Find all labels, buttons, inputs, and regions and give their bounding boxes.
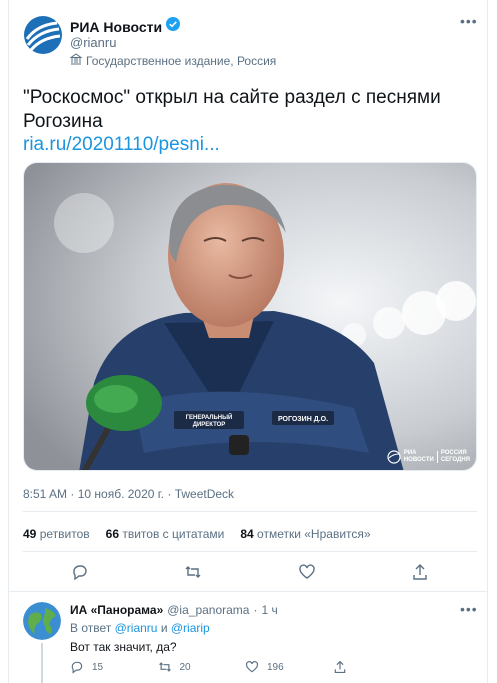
account-label[interactable]: Государственное издание, Россия [69, 53, 277, 68]
reply-author-handle[interactable]: @ia_panorama [167, 603, 249, 617]
ria-logo-icon [387, 450, 401, 464]
author-name-row[interactable]: РИА Новости [70, 17, 181, 36]
heart-icon[interactable] [298, 563, 316, 581]
tweet-stats: 49 ретвитов 66 твитов с цитатами 84 отме… [23, 527, 371, 541]
watermark-line1: РИА [403, 450, 417, 456]
retweet-icon[interactable] [184, 563, 202, 581]
quotes-label: твитов с цитатами [122, 527, 225, 541]
tweet-text: "Роскосмос" открыл на сайте раздел с пес… [23, 87, 441, 132]
share-icon [334, 660, 345, 674]
tweet-source[interactable]: TweetDeck [175, 487, 234, 501]
account-label-text: Государственное издание, Россия [86, 53, 277, 68]
reply-icon[interactable] [71, 563, 89, 581]
mention-riarip[interactable]: @riarip [171, 621, 210, 635]
retweets-count: 49 [23, 527, 37, 541]
photo-name-badge: РОГОЗИН Д.О. [278, 416, 328, 423]
reply-to-line: В ответ @rianru и @riarip [70, 621, 210, 635]
tweet-actions [23, 563, 477, 581]
reply-time[interactable]: 1 ч [261, 603, 277, 617]
heart-icon [245, 661, 259, 673]
photo-watermark: РИА НОВОСТИ РОССИЯ СЕГОДНЯ [387, 450, 470, 464]
tweet-photo[interactable]: ГЕНЕРАЛЬНЫЙ ДИРЕКТОР РОГОЗИН Д.О. РИА НОВ… [23, 162, 477, 471]
retweets-label: ретвитов [39, 527, 90, 541]
more-dots-icon[interactable]: ••• [460, 13, 478, 29]
tweet-meta: 8:51 AM · 10 нояб. 2020 г. · TweetDeck [23, 487, 234, 501]
reply-header: ИА «Панорама» @ia_panorama · 1 ч [70, 603, 278, 617]
reply-share-button[interactable] [333, 660, 421, 674]
reply-text: Вот так значит, да? [70, 640, 177, 654]
thread-line [41, 643, 43, 683]
reply-replies-count: 15 [92, 661, 104, 673]
reply-like-button[interactable]: 196 [245, 660, 333, 674]
reply-avatar[interactable] [23, 602, 61, 640]
quotes-stat[interactable]: 66 твитов с цитатами [106, 527, 225, 541]
photo-badge-line1: ГЕНЕРАЛЬНЫЙ [186, 413, 233, 421]
reply-retweets-count: 20 [179, 661, 191, 673]
tweet-date[interactable]: 10 нояб. 2020 г. [78, 487, 164, 501]
reply-separator: · [253, 603, 258, 617]
author-name[interactable]: РИА Новости [70, 19, 162, 35]
likes-stat[interactable]: 84 отметки «Нравится» [240, 527, 370, 541]
retweet-icon [158, 662, 171, 672]
author-handle[interactable]: @rianru [70, 35, 116, 50]
reply-prefix: В ответ [70, 621, 112, 635]
reply-retweet-button[interactable]: 20 [158, 660, 246, 674]
reply-reply-button[interactable]: 15 [70, 660, 158, 674]
likes-label: отметки «Нравится» [257, 527, 371, 541]
divider [23, 511, 477, 512]
mention-rianru[interactable]: @rianru [115, 621, 158, 635]
divider [23, 551, 477, 552]
tweet-time[interactable]: 8:51 AM [23, 487, 67, 501]
tweet-link[interactable]: ria.ru/20201110/pesni... [23, 134, 220, 156]
verified-badge-icon [166, 17, 181, 36]
meta-separator-1: · [70, 487, 75, 501]
section-divider [9, 591, 487, 592]
photo-badge-line2: ДИРЕКТОР [193, 422, 226, 428]
meta-separator-2: · [167, 487, 172, 501]
share-icon[interactable] [411, 563, 429, 581]
author-avatar[interactable] [23, 15, 63, 55]
reply-actions: 15 20 196 [70, 660, 420, 674]
government-building-icon [69, 53, 83, 68]
reply-icon [71, 661, 83, 674]
watermark-right-line2: СЕГОДНЯ [440, 457, 470, 463]
reply-conj: и [160, 621, 168, 635]
reply-author-name[interactable]: ИА «Панорама» [70, 603, 163, 617]
reply-more-dots-icon[interactable]: ••• [460, 601, 478, 617]
quotes-count: 66 [105, 527, 119, 541]
reply-likes-count: 196 [267, 661, 284, 673]
likes-count: 84 [240, 527, 254, 541]
watermark-line2: НОВОСТИ [403, 457, 434, 463]
watermark-right-line1: РОССИЯ [440, 450, 467, 456]
retweets-stat[interactable]: 49 ретвитов [23, 527, 90, 541]
